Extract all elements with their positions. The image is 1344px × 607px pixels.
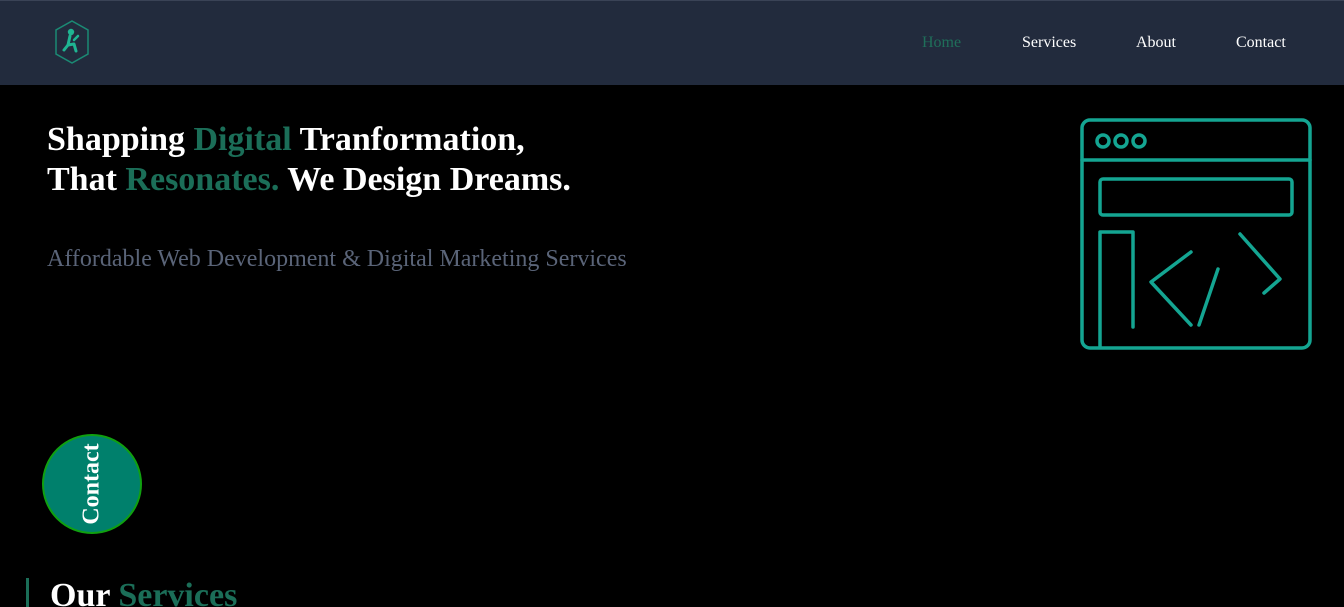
hero-title: Shapping Digital Tranformation, That Res… — [47, 120, 571, 200]
hero-title-accent: Digital — [193, 121, 292, 158]
hero-title-text: Shapping — [47, 121, 194, 158]
section-divider — [26, 578, 29, 607]
site-header: Home Services About Contact — [0, 0, 1344, 85]
contact-circle-button[interactable]: Contact — [42, 434, 142, 534]
hero-title-line1: Shapping Digital Tranformation, — [47, 121, 525, 158]
contact-circle-label: Contact — [78, 443, 105, 525]
hero-title-text: That — [47, 161, 126, 198]
hero-title-line2: That Resonates. We Design Dreams. — [47, 161, 571, 198]
runner-hexagon-logo-icon[interactable] — [53, 19, 91, 65]
hero-subtitle: Affordable Web Development & Digital Mar… — [47, 246, 627, 272]
browser-code-icon — [1080, 118, 1312, 350]
nav-services[interactable]: Services — [1022, 34, 1076, 52]
page: Home Services About Contact Shapping Dig… — [0, 0, 1344, 607]
nav-contact[interactable]: Contact — [1236, 34, 1286, 52]
hero-title-text: We Design Dreams. — [279, 161, 571, 198]
hero-title-text: Tranformation, — [291, 121, 525, 158]
hero-title-accent: Resonates. — [125, 161, 280, 198]
services-section-title: Our Services — [50, 576, 237, 607]
nav-about[interactable]: About — [1136, 34, 1176, 52]
services-title-text: Our — [50, 577, 119, 607]
services-title-accent: Services — [118, 577, 238, 607]
nav-home[interactable]: Home — [922, 34, 961, 52]
